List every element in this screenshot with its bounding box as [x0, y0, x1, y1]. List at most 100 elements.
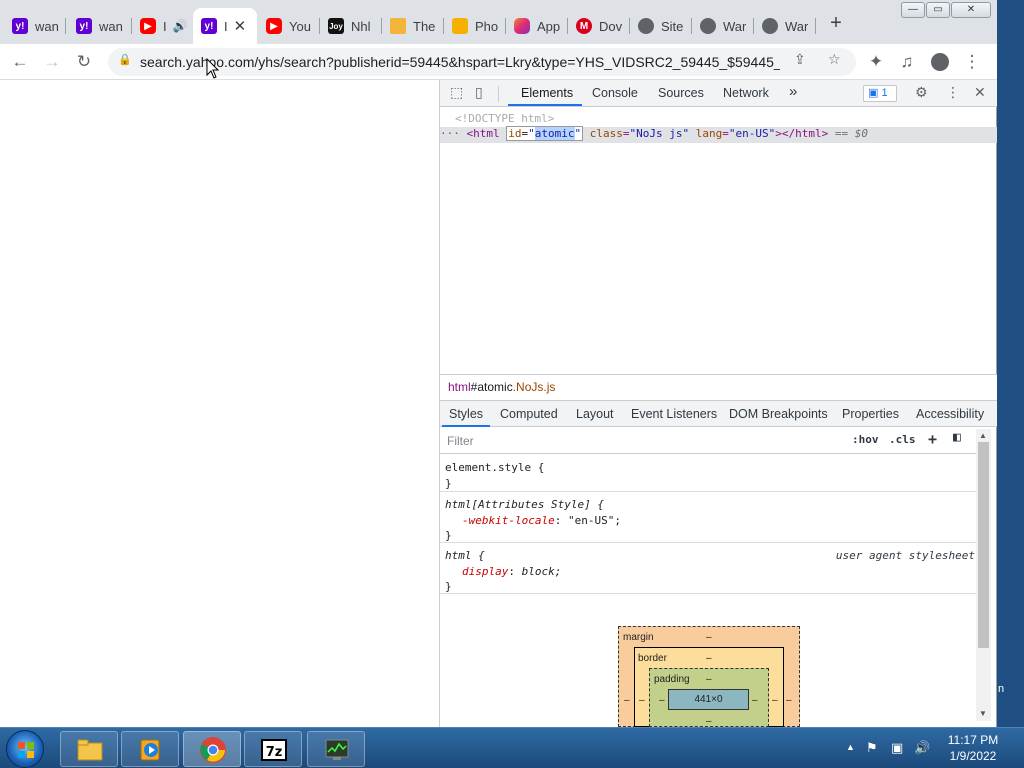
tab-9[interactable]: App: [506, 8, 568, 44]
back-arrow-icon[interactable]: ←: [8, 50, 32, 74]
start-button[interactable]: [6, 730, 44, 768]
box-model-content[interactable]: 441×0: [668, 689, 749, 710]
tab-elements[interactable]: Elements: [521, 86, 573, 100]
scroll-thumb[interactable]: [978, 442, 989, 648]
menu-kebab-icon[interactable]: ⋮: [960, 50, 984, 74]
tab-event-listeners[interactable]: Event Listeners: [631, 407, 717, 421]
tab-network[interactable]: Network: [723, 86, 769, 100]
tab-11[interactable]: Site: [630, 8, 692, 44]
close-window-button[interactable]: ✕: [951, 2, 991, 18]
tab-7[interactable]: The: [382, 8, 444, 44]
tab-sources[interactable]: Sources: [658, 86, 704, 100]
minimize-button[interactable]: —: [901, 2, 925, 18]
bookmark-star-icon[interactable]: ☆: [828, 51, 841, 68]
tab-10[interactable]: M Dov: [568, 8, 630, 44]
chrome-icon: [200, 737, 226, 763]
close-tab-icon[interactable]: ✕: [234, 17, 247, 35]
scroll-up-icon[interactable]: ▲: [979, 431, 987, 440]
speaker-icon[interactable]: 🔊: [173, 19, 188, 33]
action-center-flag-icon[interactable]: ⚑: [866, 740, 878, 756]
filter-input[interactable]: Filter: [447, 434, 474, 448]
tab-accessibility[interactable]: Accessibility: [916, 407, 984, 421]
devtools-menu-icon[interactable]: ⋮: [946, 84, 960, 101]
styles-scrollbar[interactable]: ▲ ▼: [976, 429, 991, 721]
tab-8[interactable]: Pho: [444, 8, 506, 44]
tab-console[interactable]: Console: [592, 86, 638, 100]
hover-state-toggle[interactable]: :hov: [852, 433, 879, 446]
forward-arrow-icon[interactable]: →: [40, 50, 64, 74]
margin-left-value[interactable]: –: [624, 695, 630, 706]
attributes-style-rule[interactable]: html[Attributes Style] { -webkit-locale:…: [440, 492, 977, 543]
padding-top-value[interactable]: –: [706, 674, 712, 685]
rule-selector: html[Attributes Style] {: [445, 498, 604, 511]
tab-properties[interactable]: Properties: [842, 407, 899, 421]
show-hidden-icons-icon[interactable]: ▲: [846, 742, 855, 752]
tab-computed[interactable]: Computed: [500, 407, 558, 421]
extensions-puzzle-icon[interactable]: ✦: [864, 50, 888, 74]
property-value: block;: [521, 565, 562, 578]
tab-layout[interactable]: Layout: [576, 407, 614, 421]
taskbar-task-manager[interactable]: [307, 731, 365, 767]
html-node-row[interactable]: ··· <html id="atomic" class="NoJs js" la…: [440, 126, 997, 143]
issues-badge[interactable]: ▣ 1: [863, 85, 897, 102]
border-top-value[interactable]: –: [706, 653, 712, 664]
settings-gear-icon[interactable]: ⚙: [915, 84, 928, 101]
device-toolbar-icon[interactable]: ▯: [475, 84, 483, 101]
tab-13[interactable]: War: [754, 8, 816, 44]
address-bar[interactable]: 🔒 search.yahoo.com/yhs/search?publisheri…: [108, 48, 856, 76]
tab-6[interactable]: Joy Nhl: [320, 8, 382, 44]
volume-icon[interactable]: 🔊: [914, 740, 930, 756]
task-manager-icon: [325, 739, 349, 760]
taskbar-media-player[interactable]: [121, 731, 179, 767]
id-attr-value[interactable]: atomic: [534, 127, 575, 140]
padding-bottom-value[interactable]: –: [706, 716, 712, 727]
media-control-icon[interactable]: ♫: [895, 50, 919, 74]
app-icon: [514, 18, 530, 34]
tab-styles[interactable]: Styles: [449, 407, 483, 421]
border-right-value[interactable]: –: [772, 695, 778, 706]
maximize-button[interactable]: ▭: [926, 2, 950, 18]
property-value[interactable]: "en-US";: [568, 514, 621, 527]
property-name[interactable]: -webkit-locale: [462, 514, 555, 527]
system-clock[interactable]: 11:17 PM 1/9/2022: [940, 732, 1006, 764]
taskbar-7zip[interactable]: 7z: [244, 731, 302, 767]
tab-1[interactable]: y! wan: [4, 8, 66, 44]
new-tab-button[interactable]: +: [826, 13, 846, 34]
taskbar-chrome[interactable]: [183, 731, 241, 767]
border-left-value[interactable]: –: [639, 695, 645, 706]
profile-avatar-icon[interactable]: [928, 50, 952, 74]
tab-2[interactable]: y! wan: [68, 8, 132, 44]
margin-right-value[interactable]: –: [786, 695, 792, 706]
doctype-node[interactable]: <!DOCTYPE html>: [455, 112, 554, 125]
rule-close: }: [445, 477, 452, 490]
scroll-down-icon[interactable]: ▼: [979, 709, 987, 718]
tab-4-active[interactable]: y! I ✕: [193, 8, 257, 44]
new-rule-plus-icon[interactable]: +: [928, 430, 937, 448]
user-agent-rule[interactable]: html { user agent stylesheet display: bl…: [440, 543, 977, 594]
inspect-element-icon[interactable]: ⬚: [450, 84, 463, 101]
more-tabs-chevron-icon[interactable]: »: [789, 83, 797, 100]
class-attr-name: class: [589, 127, 623, 140]
joy-icon: Joy: [328, 18, 344, 34]
class-toggle[interactable]: .cls: [889, 433, 916, 446]
tab-5[interactable]: ▶ You: [258, 8, 320, 44]
taskbar-explorer[interactable]: [60, 731, 118, 767]
toggle-sidebar-icon[interactable]: ◧: [953, 430, 961, 445]
breadcrumb[interactable]: html#atomic.NoJs.js: [440, 374, 997, 400]
share-icon[interactable]: ⇪: [794, 51, 806, 68]
url-text[interactable]: search.yahoo.com/yhs/search?publisherid=…: [140, 54, 780, 70]
reload-icon[interactable]: ↻: [72, 50, 96, 74]
padding-right-value[interactable]: –: [752, 695, 758, 706]
element-style-rule[interactable]: element.style { }: [440, 455, 977, 492]
padding-left-value[interactable]: –: [659, 695, 665, 706]
network-icon[interactable]: ▣: [891, 740, 903, 756]
media-player-icon: [140, 739, 160, 761]
lock-icon[interactable]: 🔒: [118, 53, 132, 66]
close-devtools-icon[interactable]: ✕: [974, 84, 986, 101]
tab-3[interactable]: ▶ I 🔊: [132, 8, 192, 44]
id-attribute-editor[interactable]: id="atomic": [506, 126, 584, 141]
tab-12[interactable]: War: [692, 8, 754, 44]
tab-dom-breakpoints[interactable]: DOM Breakpoints: [729, 407, 828, 421]
margin-top-value[interactable]: –: [706, 632, 712, 643]
node-ellipsis[interactable]: ···: [440, 127, 460, 140]
